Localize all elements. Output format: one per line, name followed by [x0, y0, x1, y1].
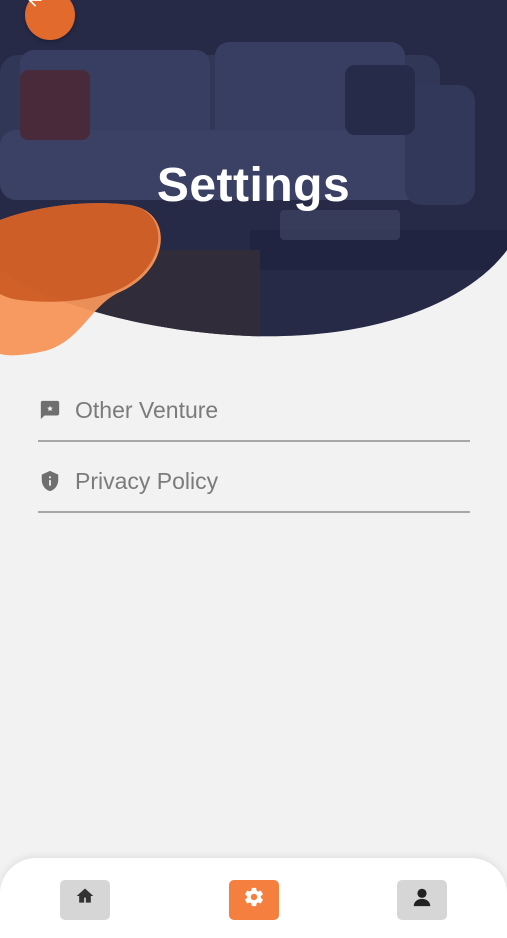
menu-item-privacy-policy[interactable]: Privacy Policy — [38, 451, 470, 513]
page-title: Settings — [156, 159, 351, 212]
bottom-navigation — [0, 858, 507, 938]
menu-item-label: Privacy Policy — [75, 467, 219, 494]
arrow-left-icon — [28, 0, 42, 7]
menu-item-other-venture[interactable]: Other Venture — [38, 380, 470, 442]
settings-menu: Other Venture Privacy Policy — [38, 380, 470, 522]
gear-icon — [245, 887, 263, 907]
menu-item-label: Other Venture — [75, 396, 219, 423]
nav-profile-button[interactable] — [397, 880, 447, 920]
shield-info-icon — [38, 469, 62, 493]
home-icon — [76, 888, 94, 903]
feedback-star-icon — [38, 398, 62, 422]
nav-settings-button[interactable] — [229, 880, 279, 920]
person-icon — [413, 888, 431, 907]
nav-home-button[interactable] — [60, 880, 110, 920]
header-banner: Settings — [0, 0, 507, 360]
